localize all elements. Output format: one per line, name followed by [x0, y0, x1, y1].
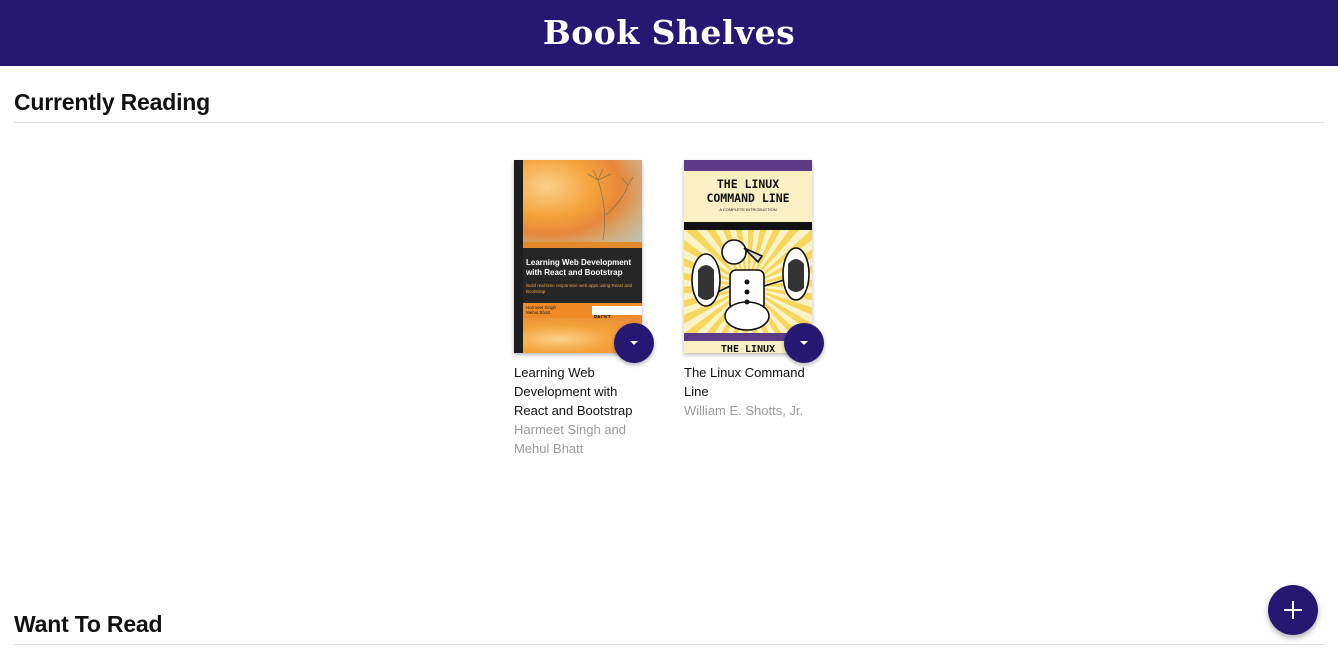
cover-author-line: Mehul Bhatt [526, 310, 551, 315]
cover-authors: Harmeet Singh Mehul Bhatt [526, 305, 556, 315]
cover-author-bar [684, 222, 812, 230]
book-cover[interactable]: Learning Web Development with React and … [514, 160, 642, 353]
plus-icon [1284, 601, 1302, 619]
book-authors: William E. Shotts, Jr. [684, 403, 804, 418]
book-cover[interactable]: THE LINUX COMMAND LINE A COMPLETE INTROD… [684, 160, 812, 353]
publisher-logo: PACKT [592, 306, 642, 321]
book-authors: Harmeet Singh and Mehul Bhatt [514, 422, 627, 456]
cover-subtitle: Build real-time responsive web apps usin… [526, 283, 633, 294]
cover-illustration [684, 230, 812, 333]
shelf-changer-button[interactable] [784, 323, 824, 363]
caret-down-icon [630, 341, 638, 345]
cover-title-line: THE LINUX [716, 177, 780, 191]
book-title: The Linux Command Line [684, 365, 805, 399]
shelf-divider [14, 644, 1324, 645]
book-item: Learning Web Development with React and … [514, 160, 654, 458]
app-title: Book Shelves [542, 12, 796, 52]
shelf-title-want-to-read: Want To Read [14, 611, 163, 637]
cover-spine [514, 160, 523, 353]
book-title: Learning Web Development with React and … [514, 365, 633, 418]
shelf-changer-button[interactable] [614, 323, 654, 363]
flower-illustration [587, 168, 634, 241]
caret-down-icon [800, 341, 808, 345]
robot-illustration [691, 239, 810, 331]
cover-title-line: COMMAND LINE [706, 191, 790, 205]
cover-subtitle: A COMPLETE INTRODUCTION [719, 207, 777, 212]
shelf-divider [14, 122, 1324, 123]
cover-top-band [684, 160, 812, 171]
app-header: Book Shelves [0, 0, 1338, 66]
shelf-title-currently-reading: Currently Reading [14, 89, 210, 115]
add-book-button[interactable] [1268, 585, 1318, 635]
book-item: THE LINUX COMMAND LINE A COMPLETE INTROD… [684, 160, 824, 420]
cover-title: Learning Web Development with React and … [526, 258, 632, 277]
cover-photo [523, 160, 642, 248]
